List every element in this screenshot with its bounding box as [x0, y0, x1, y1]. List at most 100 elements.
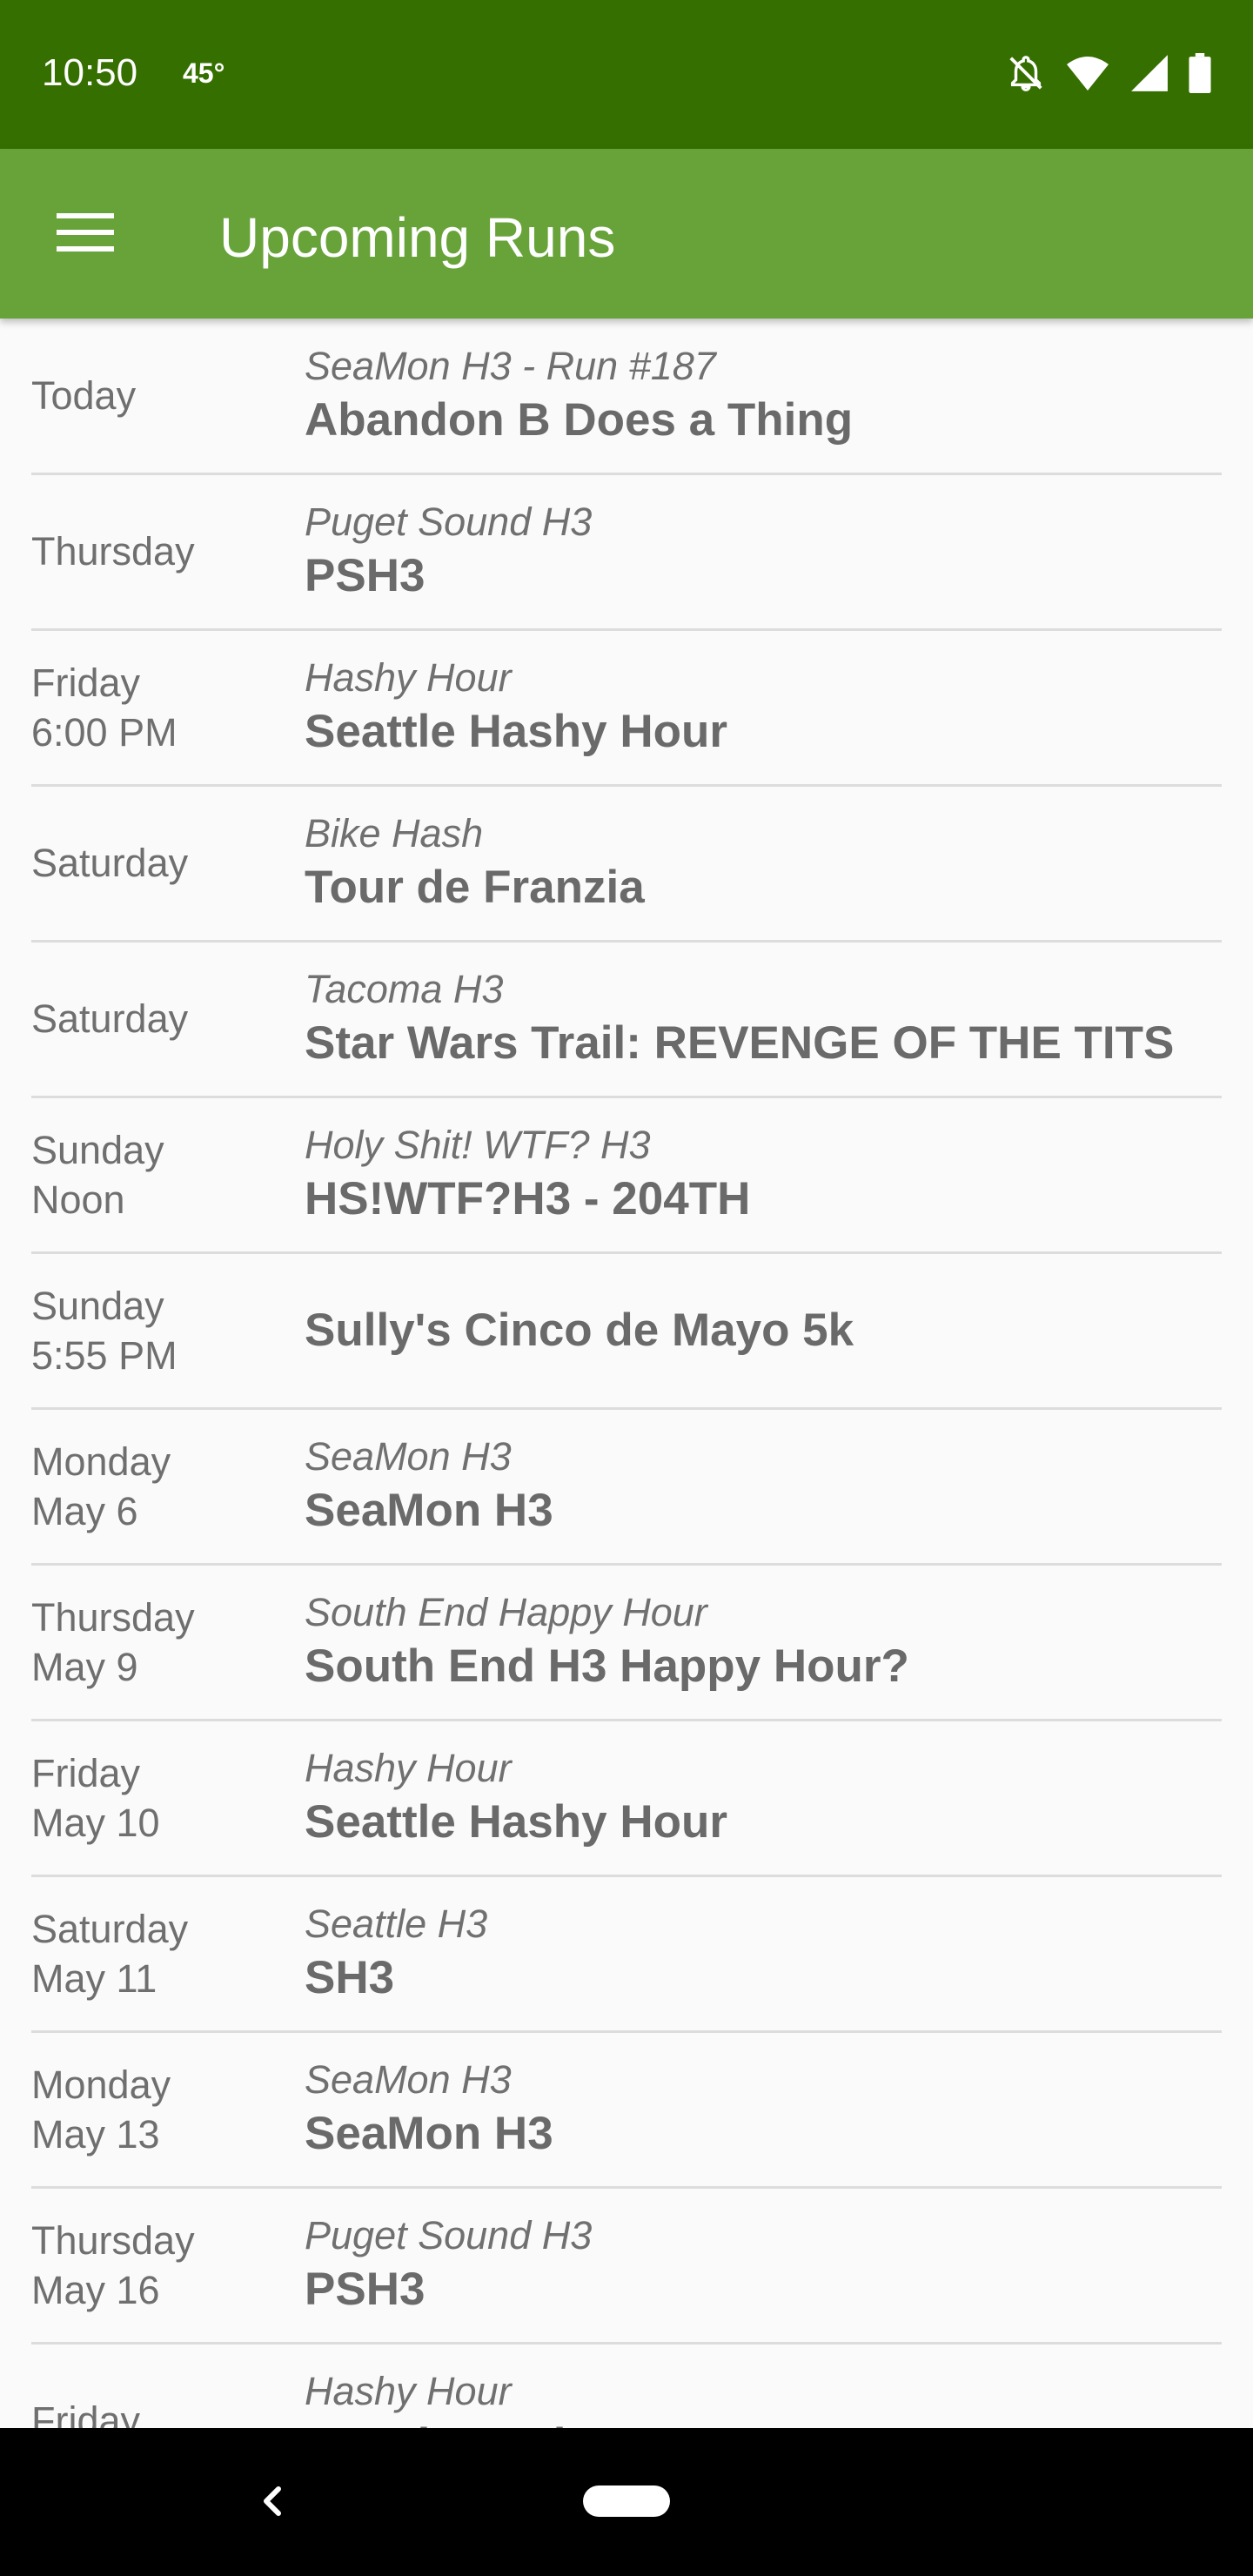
- run-info: Puget Sound H3 PSH3: [305, 2188, 1218, 2342]
- run-date-detail: May 16: [31, 2267, 160, 2312]
- signal-icon: [1129, 53, 1169, 97]
- run-date-detail: May 13: [31, 2111, 160, 2157]
- run-date-detail: 6:00 PM: [31, 709, 178, 755]
- back-button[interactable]: [245, 2470, 298, 2532]
- run-info: Hashy Hour Seattle Hashy Hour: [305, 1721, 1218, 1875]
- run-kennel: Hashy Hour: [305, 654, 512, 700]
- run-kennel: SeaMon H3: [305, 2056, 512, 2102]
- run-row[interactable]: Sunday Noon Holy Shit! WTF? H3 HS!WTF?H3…: [31, 1097, 1222, 1254]
- run-date: Thursday: [31, 474, 301, 628]
- run-name: Tour de Franzia: [305, 861, 645, 913]
- home-pill-icon[interactable]: [583, 2485, 670, 2517]
- run-date: Thursday May 16: [31, 2188, 301, 2342]
- run-info: SeaMon H3 SeaMon H3: [305, 1409, 1218, 1563]
- navigation-bar: [0, 2428, 1253, 2576]
- run-kennel: SeaMon H3: [305, 1433, 512, 1479]
- run-name: SeaMon H3: [305, 2107, 553, 2159]
- run-kennel: Tacoma H3: [305, 966, 504, 1011]
- run-name: HS!WTF?H3 - 204TH: [305, 1172, 751, 1224]
- run-row[interactable]: Monday May 13 SeaMon H3 SeaMon H3: [31, 2032, 1222, 2189]
- run-name: Star Wars Trail: REVENGE OF THE TITS: [305, 1016, 1175, 1069]
- run-date: Friday May 10: [31, 1721, 301, 1875]
- run-day: Monday: [31, 1439, 171, 1484]
- run-row[interactable]: Friday 6:00 PM Hashy Hour Seattle Hashy …: [31, 630, 1222, 787]
- run-day: Thursday: [31, 529, 195, 574]
- run-name: South End H3 Happy Hour?: [305, 1640, 909, 1692]
- run-day: Friday: [31, 2398, 141, 2428]
- run-name: Abandon B Does a Thing: [305, 393, 854, 446]
- run-row[interactable]: Friday May 10 Hashy Hour Seattle Hashy H…: [31, 1721, 1222, 1877]
- run-date: Thursday May 9: [31, 1565, 301, 1719]
- status-bar: 10:50 45°: [0, 0, 1253, 149]
- app-bar: Upcoming Runs: [0, 149, 1253, 319]
- run-row[interactable]: Thursday May 9 South End Happy Hour Sout…: [31, 1565, 1222, 1721]
- run-kennel: Puget Sound H3: [305, 2212, 593, 2257]
- run-kennel: Puget Sound H3: [305, 499, 593, 544]
- run-day: Sunday: [31, 1127, 164, 1172]
- run-row[interactable]: Today SeaMon H3 - Run #187 Abandon B Doe…: [31, 319, 1222, 475]
- run-info: Seattle H3 SH3: [305, 1876, 1218, 2030]
- run-info: Bike Hash Tour de Franzia: [305, 786, 1218, 940]
- run-date: Monday May 13: [31, 2032, 301, 2186]
- run-name: Seattle Hashy Hour: [305, 2416, 1218, 2429]
- back-chevron-icon: [245, 2486, 298, 2536]
- run-date: Friday: [31, 2344, 301, 2428]
- run-day: Sunday: [31, 1283, 164, 1328]
- run-kennel: Bike Hash: [305, 810, 484, 855]
- status-time: 10:50: [42, 51, 138, 94]
- run-info: SeaMon H3 - Run #187 Abandon B Does a Th…: [305, 319, 1218, 473]
- page-title: Upcoming Runs: [219, 206, 616, 269]
- run-name: SeaMon H3: [305, 1484, 553, 1536]
- run-date: Saturday May 11: [31, 1876, 301, 2030]
- run-kennel: Seattle H3: [305, 1901, 488, 1946]
- run-date: Sunday Noon: [31, 1097, 301, 1251]
- run-list[interactable]: Today SeaMon H3 - Run #187 Abandon B Doe…: [0, 319, 1253, 2428]
- run-date: Saturday: [31, 942, 301, 1096]
- run-info: Hashy Hour Seattle Hashy Hour: [305, 2344, 1218, 2429]
- run-kennel: Hashy Hour: [305, 1745, 512, 1790]
- status-temperature: 45°: [183, 57, 225, 89]
- run-kennel: Hashy Hour: [305, 2368, 512, 2413]
- run-name: Seattle Hashy Hour: [305, 705, 727, 757]
- run-day: Friday: [31, 1750, 141, 1795]
- run-date: Sunday 5:55 PM: [31, 1253, 301, 1407]
- status-icons: [1006, 50, 1211, 99]
- run-info: South End Happy Hour South End H3 Happy …: [305, 1565, 1218, 1719]
- run-row[interactable]: Thursday May 16 Puget Sound H3 PSH3: [31, 2188, 1222, 2345]
- run-day: Friday: [31, 660, 141, 705]
- run-date: Monday May 6: [31, 1409, 301, 1563]
- run-info: Hashy Hour Seattle Hashy Hour: [305, 630, 1218, 784]
- run-info: Puget Sound H3 PSH3: [305, 474, 1218, 628]
- run-date: Friday 6:00 PM: [31, 630, 301, 784]
- run-day: Saturday: [31, 1906, 189, 1951]
- run-day: Monday: [31, 2062, 171, 2107]
- run-name: Seattle Hashy Hour: [305, 1795, 727, 1848]
- run-row[interactable]: Monday May 6 SeaMon H3 SeaMon H3: [31, 1409, 1222, 1566]
- run-date-detail: Noon: [31, 1177, 125, 1222]
- run-date: Today: [31, 319, 301, 473]
- run-row[interactable]: Saturday May 11 Seattle H3 SH3: [31, 1876, 1222, 2033]
- run-kennel: Holy Shit! WTF? H3: [305, 1122, 651, 1167]
- run-kennel: South End Happy Hour: [305, 1589, 707, 1634]
- run-row[interactable]: Thursday Puget Sound H3 PSH3: [31, 474, 1222, 631]
- run-date-detail: May 10: [31, 1800, 160, 1845]
- run-name: PSH3: [305, 549, 425, 601]
- run-day: Today: [31, 373, 137, 418]
- notifications-off-icon: [1006, 53, 1046, 97]
- run-day: Thursday: [31, 2217, 195, 2263]
- battery-icon: [1189, 52, 1211, 97]
- run-info: Sully's Cinco de Mayo 5k: [305, 1253, 1218, 1407]
- run-name: SH3: [305, 1951, 395, 2003]
- run-info: SeaMon H3 SeaMon H3: [305, 2032, 1218, 2186]
- menu-button[interactable]: [31, 189, 139, 279]
- run-row[interactable]: Saturday Tacoma H3 Star Wars Trail: REVE…: [31, 942, 1222, 1098]
- run-info: Tacoma H3 Star Wars Trail: REVENGE OF TH…: [305, 942, 1218, 1096]
- run-row[interactable]: Saturday Bike Hash Tour de Franzia: [31, 786, 1222, 943]
- run-info: Holy Shit! WTF? H3 HS!WTF?H3 - 204TH: [305, 1097, 1218, 1251]
- run-date: Saturday: [31, 786, 301, 940]
- run-date-detail: May 9: [31, 1644, 138, 1689]
- run-row[interactable]: Friday Hashy Hour Seattle Hashy Hour: [31, 2344, 1222, 2429]
- hamburger-menu-icon: [57, 212, 114, 256]
- run-name: PSH3: [305, 2263, 425, 2315]
- run-row[interactable]: Sunday 5:55 PM Sully's Cinco de Mayo 5k: [31, 1253, 1222, 1410]
